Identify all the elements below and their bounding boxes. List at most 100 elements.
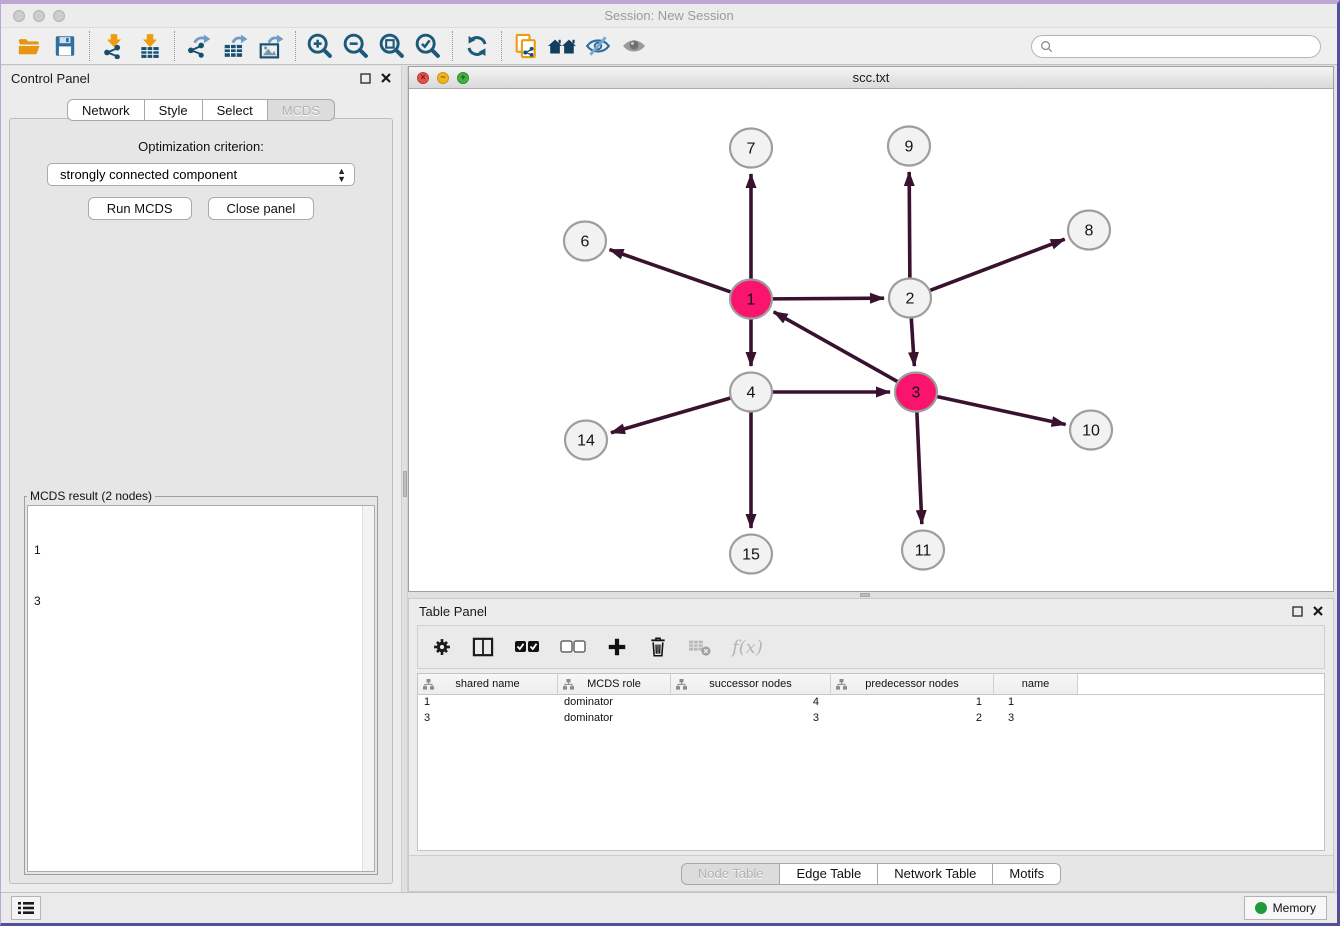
graph-edge-2-3[interactable] xyxy=(911,318,914,366)
cell-name[interactable]: 3 xyxy=(994,711,1078,727)
delete-row-icon[interactable] xyxy=(648,636,668,658)
svg-text:8: 8 xyxy=(1085,223,1094,240)
node-table[interactable]: shared name MCDS role successor nodes pr… xyxy=(417,673,1325,851)
float-panel-icon[interactable] xyxy=(360,73,371,84)
apply-layout-button[interactable] xyxy=(459,30,495,62)
splitter-handle[interactable] xyxy=(403,471,407,497)
table-options-icon[interactable] xyxy=(432,637,452,657)
tab-select[interactable]: Select xyxy=(203,99,268,121)
cell-shared-name[interactable]: 1 xyxy=(418,695,558,711)
home-button[interactable] xyxy=(544,30,580,62)
graph-edge-4-14[interactable] xyxy=(611,398,732,433)
show-graphics-details-button[interactable] xyxy=(616,30,652,62)
main-toolbar xyxy=(1,28,1337,65)
task-history-button[interactable] xyxy=(11,896,41,920)
cell-mcds-role[interactable]: dominator xyxy=(558,695,671,711)
graph-node-4[interactable]: 4 xyxy=(730,373,772,412)
graph-node-7[interactable]: 7 xyxy=(730,129,772,168)
graph-edge-3-10[interactable] xyxy=(936,396,1066,424)
cell-shared-name[interactable]: 3 xyxy=(418,711,558,727)
zoom-out-button[interactable] xyxy=(338,30,374,62)
clone-network-button[interactable] xyxy=(508,30,544,62)
table-row[interactable]: 3 dominator 3 2 3 xyxy=(418,711,1324,727)
graph-edge-2-8[interactable] xyxy=(929,239,1065,291)
export-network-button[interactable] xyxy=(181,30,217,62)
tab-edge-table[interactable]: Edge Table xyxy=(780,863,878,885)
cell-predecessor-nodes[interactable]: 1 xyxy=(831,695,994,711)
svg-text:14: 14 xyxy=(577,433,595,450)
graph-edge-3-11[interactable] xyxy=(917,412,922,524)
graph-node-9[interactable]: 9 xyxy=(888,127,930,166)
eye-slash-icon xyxy=(584,33,612,59)
graph-edge-2-9[interactable] xyxy=(909,172,910,278)
graph-node-2[interactable]: 2 xyxy=(889,279,931,318)
criterion-value: strongly connected component xyxy=(60,167,237,182)
hide-graphics-details-button[interactable] xyxy=(580,30,616,62)
column-header-name[interactable]: name xyxy=(994,674,1078,694)
memory-button[interactable]: Memory xyxy=(1244,896,1327,920)
select-all-columns-icon[interactable] xyxy=(514,640,540,654)
tab-node-table[interactable]: Node Table xyxy=(681,863,781,885)
function-builder-icon[interactable]: f(x) xyxy=(732,637,763,658)
table-header-row: shared name MCDS role successor nodes pr… xyxy=(418,674,1324,695)
graph-node-14[interactable]: 14 xyxy=(565,421,607,460)
graph-node-11[interactable]: 11 xyxy=(902,531,944,570)
toolbar-separator xyxy=(501,31,502,61)
column-header-mcds-role[interactable]: MCDS role xyxy=(558,674,671,694)
run-mcds-button[interactable]: Run MCDS xyxy=(88,197,192,220)
zoom-selected-button[interactable] xyxy=(410,30,446,62)
svg-text:10: 10 xyxy=(1082,423,1100,440)
search-input[interactable] xyxy=(1057,39,1320,53)
export-image-button[interactable] xyxy=(253,30,289,62)
graph-edge-1-6[interactable] xyxy=(610,250,733,293)
table-panel-title: Table Panel xyxy=(419,604,487,619)
export-table-button[interactable] xyxy=(217,30,253,62)
cell-successor-nodes[interactable]: 4 xyxy=(671,695,831,711)
result-scrollbar[interactable] xyxy=(362,506,374,871)
tab-network-table[interactable]: Network Table xyxy=(878,863,993,885)
network-graph[interactable]: 7 9 6 8 1 2 4 3 14 10 15 11 xyxy=(409,89,1333,592)
close-panel-icon[interactable] xyxy=(381,73,391,83)
cell-mcds-role[interactable]: dominator xyxy=(558,711,671,727)
search-field[interactable] xyxy=(1031,35,1321,58)
save-session-button[interactable] xyxy=(47,30,83,62)
zoom-fit-button[interactable] xyxy=(374,30,410,62)
add-row-icon[interactable] xyxy=(606,636,628,658)
criterion-dropdown[interactable]: strongly connected component ▲▼ xyxy=(47,163,355,186)
close-panel-icon[interactable] xyxy=(1313,606,1323,616)
tab-motifs[interactable]: Motifs xyxy=(993,863,1061,885)
cell-name[interactable]: 1 xyxy=(994,695,1078,711)
close-panel-button[interactable]: Close panel xyxy=(208,197,315,220)
zoom-in-button[interactable] xyxy=(302,30,338,62)
import-table-button[interactable] xyxy=(132,30,168,62)
column-header-successor-nodes[interactable]: successor nodes xyxy=(671,674,831,694)
unselect-all-columns-icon[interactable] xyxy=(560,640,586,654)
tab-style[interactable]: Style xyxy=(145,99,203,121)
graph-node-1[interactable]: 1 xyxy=(730,280,772,319)
graph-edge-3-1[interactable] xyxy=(774,312,899,382)
import-network-button[interactable] xyxy=(96,30,132,62)
network-view-window: × − + scc.txt 7968124314101511 xyxy=(408,66,1334,592)
graph-node-8[interactable]: 8 xyxy=(1068,211,1110,250)
tab-mcds[interactable]: MCDS xyxy=(268,99,335,121)
table-row[interactable]: 1 dominator 4 1 1 xyxy=(418,695,1324,711)
network-canvas[interactable]: 7 9 6 8 1 2 4 3 14 10 15 11 xyxy=(409,89,1333,591)
open-session-button[interactable] xyxy=(11,30,47,62)
column-header-shared-name[interactable]: shared name xyxy=(418,674,558,694)
graph-node-3[interactable]: 3 xyxy=(895,373,937,412)
float-panel-icon[interactable] xyxy=(1292,606,1303,617)
column-header-predecessor-nodes[interactable]: predecessor nodes xyxy=(831,674,994,694)
graph-node-10[interactable]: 10 xyxy=(1070,411,1112,450)
cell-successor-nodes[interactable]: 3 xyxy=(671,711,831,727)
cell-predecessor-nodes[interactable]: 2 xyxy=(831,711,994,727)
graph-node-15[interactable]: 15 xyxy=(730,535,772,574)
mcds-result-line: 1 xyxy=(34,542,368,559)
vertical-splitter[interactable] xyxy=(401,66,408,892)
mcds-result-box[interactable]: 1 3 xyxy=(27,505,375,872)
splitter-handle[interactable] xyxy=(860,593,870,597)
delete-table-icon[interactable] xyxy=(688,637,712,657)
graph-node-6[interactable]: 6 xyxy=(564,222,606,261)
tab-network[interactable]: Network xyxy=(67,99,145,121)
graph-edge-1-2[interactable] xyxy=(771,298,884,299)
show-column-icon[interactable] xyxy=(472,637,494,657)
